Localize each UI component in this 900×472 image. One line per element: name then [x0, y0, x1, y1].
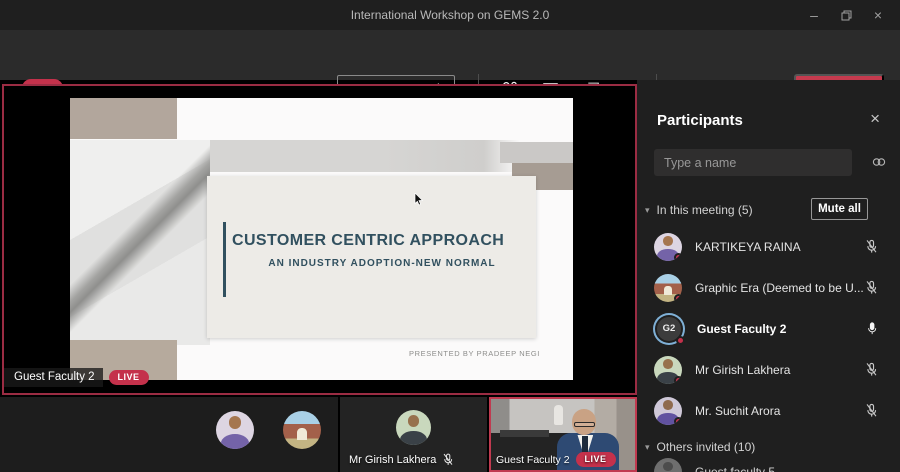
panel-title: Participants	[657, 112, 743, 129]
restore-button[interactable]	[830, 0, 862, 30]
busy-presence-dot	[674, 293, 682, 302]
mic-off-icon	[866, 280, 877, 294]
participants-tile-group[interactable]	[0, 397, 338, 472]
participant-name: Guest faculty 5	[695, 465, 776, 472]
title-bar: International Workshop on GEMS 2.0 – ×	[0, 0, 900, 30]
participant-row[interactable]: Graphic Era (Deemed to be U...	[637, 267, 900, 308]
slide-subtitle: AN INDUSTRY ADOPTION-NEW NORMAL	[268, 258, 496, 269]
avatar	[216, 411, 254, 449]
participant-name: Mr Girish Lakhera	[695, 362, 791, 377]
mic-off-icon	[866, 403, 877, 417]
mic-off-icon	[444, 453, 453, 465]
busy-presence-dot	[676, 335, 685, 345]
participant-list: KARTIKEYA RAINA Graphic Era (Deemed to b…	[637, 226, 900, 431]
slide-decor-block	[500, 142, 573, 163]
close-icon: ×	[873, 7, 883, 23]
slide-title: CUSTOMER CENTRIC APPROACH	[232, 232, 505, 249]
avatar	[654, 396, 682, 425]
close-button[interactable]: ×	[862, 0, 894, 30]
slide-decor-block	[70, 98, 177, 139]
tile-name-label: Guest Faculty 2 LIVE	[496, 452, 631, 467]
participant-name: Mr. Suchit Arora	[695, 403, 781, 418]
mic-on-icon	[868, 322, 877, 335]
participant-name: Graphic Era (Deemed to be U...	[695, 280, 864, 295]
mouse-cursor	[414, 193, 424, 206]
tile-live-badge: LIVE	[575, 452, 616, 467]
participant-name: KARTIKEYA RAINA	[695, 239, 801, 254]
meeting-toolbar: LIVE 02:41:26 Request control ? •••	[0, 30, 900, 105]
close-icon: ×	[870, 109, 880, 128]
chevron-down-icon: ▾	[645, 204, 650, 215]
mute-all-button[interactable]: Mute all	[811, 198, 868, 220]
participant-row[interactable]: Guest faculty 5	[654, 458, 775, 472]
presentation-slide: CUSTOMER CENTRIC APPROACH AN INDUSTRY AD…	[70, 98, 573, 380]
tile-name-label: Mr Girish Lakhera	[349, 453, 454, 466]
participant-name: Guest Faculty 2	[697, 321, 787, 336]
graphic-era-logo-avatar	[283, 411, 321, 449]
others-invited-label: Others invited (10)	[656, 440, 756, 454]
busy-presence-dot	[674, 416, 682, 425]
slide-title-card: CUSTOMER CENTRIC APPROACH AN INDUSTRY AD…	[207, 176, 536, 338]
participant-name: Guest Faculty 2	[496, 453, 570, 466]
mic-off-icon	[866, 362, 877, 376]
in-meeting-label: In this meeting (5)	[656, 203, 753, 217]
search-input[interactable]	[654, 149, 852, 176]
participant-row[interactable]: Mr Girish Lakhera	[637, 349, 900, 390]
chevron-down-icon: ▾	[645, 441, 650, 452]
minimize-button[interactable]: –	[798, 0, 830, 30]
others-invited-section-header[interactable]: ▾ Others invited (10)	[645, 440, 755, 454]
participant-row[interactable]: KARTIKEYA RAINA	[637, 226, 900, 267]
restore-icon	[841, 10, 851, 20]
graphic-era-logo-avatar	[654, 273, 682, 302]
link-icon	[872, 158, 886, 166]
busy-presence-dot	[674, 375, 682, 384]
mic-off-icon	[866, 239, 877, 253]
participant-row[interactable]: Mr. Suchit Arora	[637, 390, 900, 431]
participants-panel: Participants × ▾ In this meeting (5) Mut…	[637, 80, 900, 472]
minimize-icon: –	[810, 7, 818, 23]
avatar	[654, 458, 682, 472]
window-title: International Workshop on GEMS 2.0	[350, 8, 550, 22]
presenter-live-badge: LIVE	[108, 370, 149, 385]
presenter-name-label: Guest Faculty 2	[4, 368, 103, 387]
screen-share-stage[interactable]: CUSTOMER CENTRIC APPROACH AN INDUSTRY AD…	[2, 84, 637, 395]
video-tile-guest-faculty-2[interactable]: Guest Faculty 2 LIVE	[489, 397, 637, 472]
window-controls: – ×	[798, 0, 894, 30]
slide-photo-area	[70, 140, 210, 345]
avatar	[396, 410, 431, 445]
avatar	[654, 232, 682, 261]
initials-avatar: G2	[657, 316, 685, 345]
presenter-overlay: Guest Faculty 2 LIVE	[4, 368, 149, 387]
in-meeting-section-header[interactable]: ▾ In this meeting (5)	[645, 203, 753, 217]
teams-meeting-window: International Workshop on GEMS 2.0 – × L…	[0, 0, 900, 472]
panel-close-button[interactable]: ×	[870, 110, 880, 127]
participant-name: Mr Girish Lakhera	[349, 453, 437, 466]
slide-footer: PRESENTED BY PRADEEP NEGI	[408, 349, 540, 358]
video-tile-girish[interactable]: Mr Girish Lakhera	[340, 397, 487, 472]
avatar-initials: G2	[662, 323, 676, 334]
copy-link-button[interactable]	[871, 155, 887, 174]
participant-row[interactable]: G2 Guest Faculty 2	[637, 308, 900, 349]
slide-accent-bar	[223, 222, 226, 297]
avatar	[654, 355, 682, 384]
busy-presence-dot	[674, 252, 682, 261]
